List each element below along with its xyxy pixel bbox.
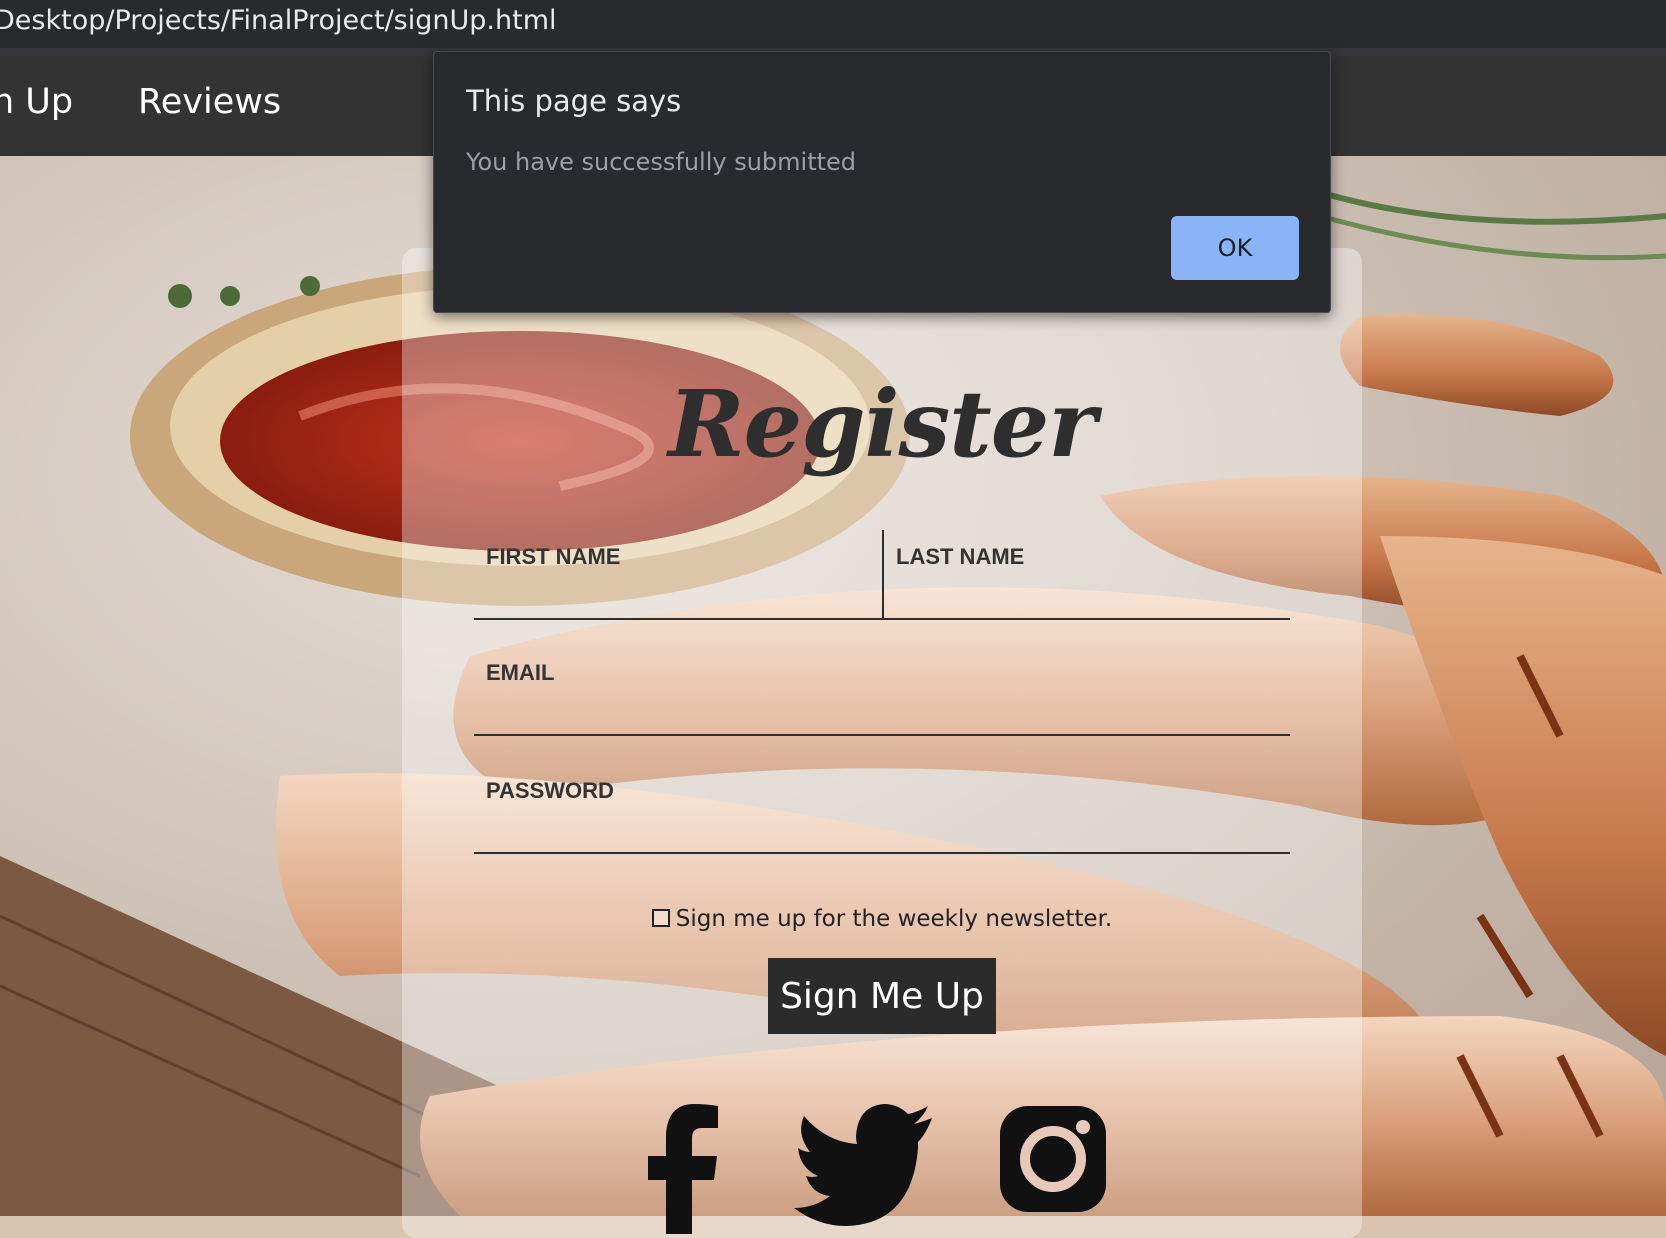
last-name-input[interactable] [896, 580, 1282, 612]
twitter-icon[interactable] [794, 1104, 934, 1234]
alert-dialog: This page says You have successfully sub… [433, 51, 1331, 313]
dialog-message: You have successfully submitted [466, 148, 857, 176]
password-field[interactable]: PASSWORD [474, 764, 1290, 854]
url-text: Desktop/Projects/FinalProject/signUp.htm… [0, 5, 557, 36]
newsletter-option: Sign me up for the weekly newsletter. [402, 906, 1362, 932]
first-name-label: FIRST NAME [486, 544, 621, 569]
facebook-icon[interactable] [644, 1104, 720, 1234]
first-name-input[interactable] [486, 580, 874, 612]
nav-link-reviews[interactable]: Reviews [138, 82, 281, 122]
password-input[interactable] [486, 814, 1282, 846]
first-name-field[interactable]: FIRST NAME [474, 530, 884, 620]
register-card: Register FIRST NAME LAST NAME EMAIL PASS… [402, 248, 1362, 1238]
last-name-label: LAST NAME [896, 544, 1025, 569]
nav-link-sign-up[interactable]: n Up [0, 82, 73, 122]
dialog-title: This page says [466, 84, 682, 118]
last-name-field[interactable]: LAST NAME [884, 530, 1290, 620]
register-title: Register [668, 370, 1097, 478]
address-bar[interactable]: Desktop/Projects/FinalProject/signUp.htm… [0, 0, 1666, 48]
email-input[interactable] [486, 696, 1282, 728]
password-label: PASSWORD [486, 778, 614, 803]
sign-me-up-button[interactable]: Sign Me Up [768, 958, 996, 1034]
ok-button[interactable]: OK [1171, 216, 1299, 280]
email-field[interactable]: EMAIL [474, 646, 1290, 736]
newsletter-label: Sign me up for the weekly newsletter. [675, 906, 1113, 932]
instagram-icon[interactable] [998, 1104, 1108, 1214]
newsletter-checkbox[interactable] [651, 909, 670, 927]
email-label: EMAIL [486, 660, 555, 685]
